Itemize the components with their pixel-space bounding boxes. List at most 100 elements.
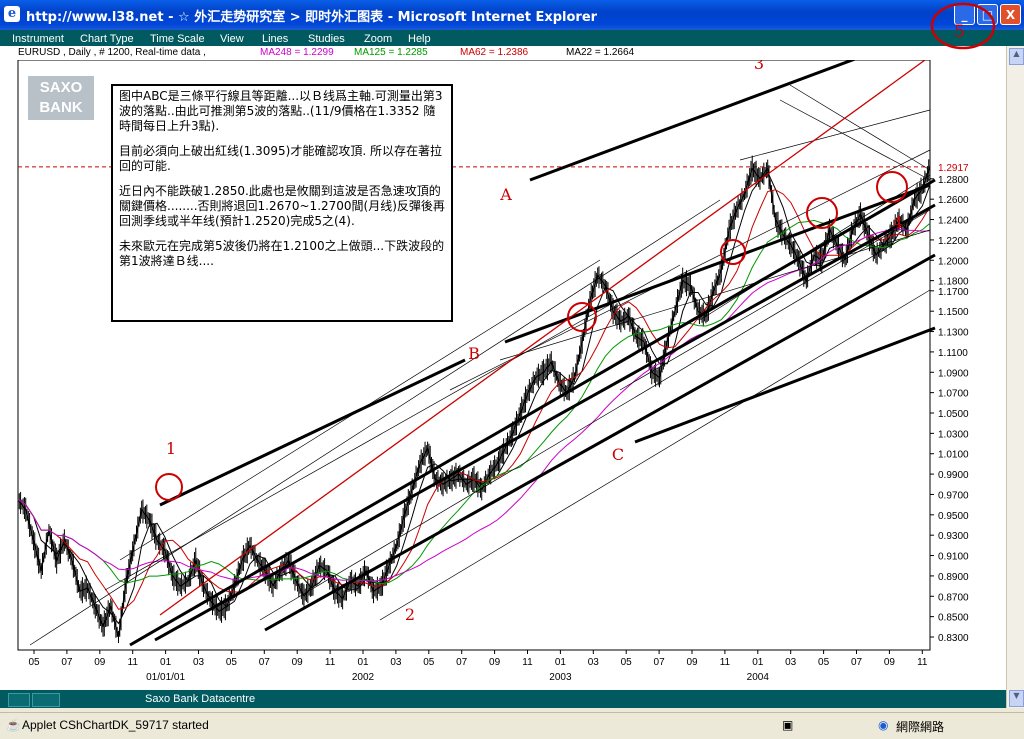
x-tick-label: 07 [61, 657, 73, 668]
x-tick-label: 03 [390, 657, 402, 668]
applet-status-icon: ☕ [6, 718, 21, 732]
ma248-label: MA248 = 1.2299 [260, 47, 334, 58]
ma62-label: MA62 = 1.2386 [460, 47, 529, 58]
ma125-label: MA125 = 1.2285 [354, 47, 428, 58]
note-paragraph: 目前必須向上破出紅线(1.3095)才能確認攻頂. 所以存在著拉回的可能. [119, 144, 442, 173]
y-tick-label: 1.2000 [938, 256, 969, 267]
datacentre-label: Saxo Bank Datacentre [145, 693, 256, 705]
wave-label: 2 [405, 605, 415, 624]
analysis-note-box: 图中ABC是三條平行線且等距離...以Ｂ线爲主軸.可測量出第3波的落點..由此可… [111, 84, 453, 322]
menu-studies[interactable]: Studies [308, 33, 345, 45]
menu-lines[interactable]: Lines [262, 33, 288, 45]
y-tick-label: 0.8900 [938, 572, 969, 583]
x-tick-label: 11 [128, 657, 139, 668]
trend-line [379, 289, 931, 621]
menu-chart-type[interactable]: Chart Type [80, 33, 134, 45]
title-bar: e http://www.l38.net - ☆ 外汇走势研究室 > 即时外汇图… [0, 0, 1024, 30]
logo-line-1: SAXO [39, 79, 83, 96]
wave-label: 1 [166, 439, 176, 458]
y-tick-label: 0.9900 [938, 470, 969, 481]
current-price-label: 1.2917 [938, 163, 969, 174]
menu-view[interactable]: View [220, 33, 244, 45]
scroll-up-arrow-icon[interactable]: ▲ [1009, 48, 1024, 65]
x-tick-label: 09 [884, 657, 896, 668]
x-tick-label: 09 [489, 657, 501, 668]
channel-label: B [468, 344, 480, 363]
security-icon: ▣ [782, 718, 794, 732]
y-tick-label: 0.8300 [938, 633, 969, 644]
x-tick-label: 09 [686, 657, 698, 668]
x-tick-label: 11 [522, 657, 533, 668]
y-tick-label: 0.8700 [938, 592, 969, 603]
x-tick-label: 07 [456, 657, 468, 668]
channel-label: C [612, 445, 624, 464]
scroll-down-arrow-icon[interactable]: ▼ [1009, 690, 1024, 707]
wave-5-overlay: 5 [930, 2, 996, 50]
x-year-label: 01/01/01 [146, 672, 185, 683]
menu-zoom[interactable]: Zoom [364, 33, 392, 45]
trend-line [789, 84, 931, 171]
x-tick-label: 03 [785, 657, 797, 668]
y-tick-label: 1.0900 [938, 368, 969, 379]
y-tick-label: 1.1100 [938, 348, 968, 359]
wave-label: 5 [954, 22, 965, 42]
x-tick-label: 01 [752, 657, 764, 668]
y-tick-label: 1.1500 [938, 307, 969, 318]
y-tick-label: 1.2600 [938, 195, 969, 206]
x-tick-label: 11 [917, 657, 928, 668]
note-paragraph: 近日內不能跌破1.2850.此處也是攸關到這波是否急速攻頂的關鍵價格......… [119, 184, 445, 228]
highlight-circle [155, 473, 183, 501]
x-year-label: 2002 [352, 672, 375, 683]
x-tick-label: 05 [226, 657, 238, 668]
x-tick-label: 05 [423, 657, 435, 668]
y-tick-label: 1.2800 [938, 175, 969, 186]
trend-line [449, 149, 931, 391]
x-tick-label: 01 [357, 657, 369, 668]
x-tick-label: 11 [720, 657, 731, 668]
y-tick-label: 0.8500 [938, 613, 969, 624]
x-year-label: 2004 [747, 672, 770, 683]
x-tick-label: 11 [325, 657, 336, 668]
ma22-label: MA22 = 1.2664 [566, 47, 635, 58]
menu-instrument[interactable]: Instrument [12, 33, 64, 45]
y-tick-label: 1.0300 [938, 429, 969, 440]
wave-label: 3 [754, 60, 764, 73]
x-year-label: 2003 [549, 672, 572, 683]
applet-status-text: Applet CShChartDK_59717 started [22, 718, 209, 732]
y-tick-label: 1.1300 [938, 328, 969, 339]
trend-line [779, 99, 931, 181]
channel-label: A [499, 185, 512, 204]
x-tick-label: 07 [259, 657, 271, 668]
x-tick-label: 09 [94, 657, 106, 668]
x-tick-label: 05 [621, 657, 633, 668]
vertical-scrollbar[interactable]: ▲ ▼ [1006, 46, 1024, 708]
status-bar: ☕ Applet CShChartDK_59717 started ▣ ◉ 網際… [0, 712, 1024, 739]
x-tick-label: 03 [588, 657, 600, 668]
logo-line-2: BANK [39, 99, 83, 116]
saxo-bank-logo: SAXO BANK [28, 76, 94, 120]
wave-label: 4 [893, 213, 903, 232]
x-tick-label: 09 [292, 657, 304, 668]
menu-time-scale[interactable]: Time Scale [150, 33, 205, 45]
note-paragraph: 未來歐元在完成第5波後仍將在1.2100之上做頭...下跌波段的第1波將達Ｂ线.… [119, 239, 445, 268]
x-tick-label: 05 [28, 657, 40, 668]
note-paragraph: 图中ABC是三條平行線且等距離...以Ｂ线爲主軸.可測量出第3波的落點..由此可… [119, 89, 443, 133]
y-tick-label: 1.0100 [938, 450, 969, 461]
y-tick-label: 1.0700 [938, 389, 969, 400]
y-tick-label: 1.0500 [938, 409, 969, 420]
y-tick-label: 1.2200 [938, 236, 969, 247]
x-tick-label: 07 [654, 657, 666, 668]
x-tick-label: 01 [160, 657, 172, 668]
window-title: http://www.l38.net - ☆ 外汇走势研究室 > 即时外汇图表 … [26, 10, 598, 25]
menu-help[interactable]: Help [408, 33, 431, 45]
zoom-slider[interactable] [32, 693, 60, 707]
x-tick-label: 01 [555, 657, 567, 668]
zone-label: 網際網路 [896, 720, 945, 734]
applet-bottom-bar: Saxo Bank Datacentre [0, 690, 1006, 708]
y-tick-label: 0.9100 [938, 552, 969, 563]
channel-line [634, 326, 936, 444]
y-tick-label: 0.9300 [938, 531, 969, 542]
x-tick-label: 05 [818, 657, 830, 668]
scroll-left-button[interactable] [8, 693, 30, 707]
x-tick-label: 07 [851, 657, 863, 668]
